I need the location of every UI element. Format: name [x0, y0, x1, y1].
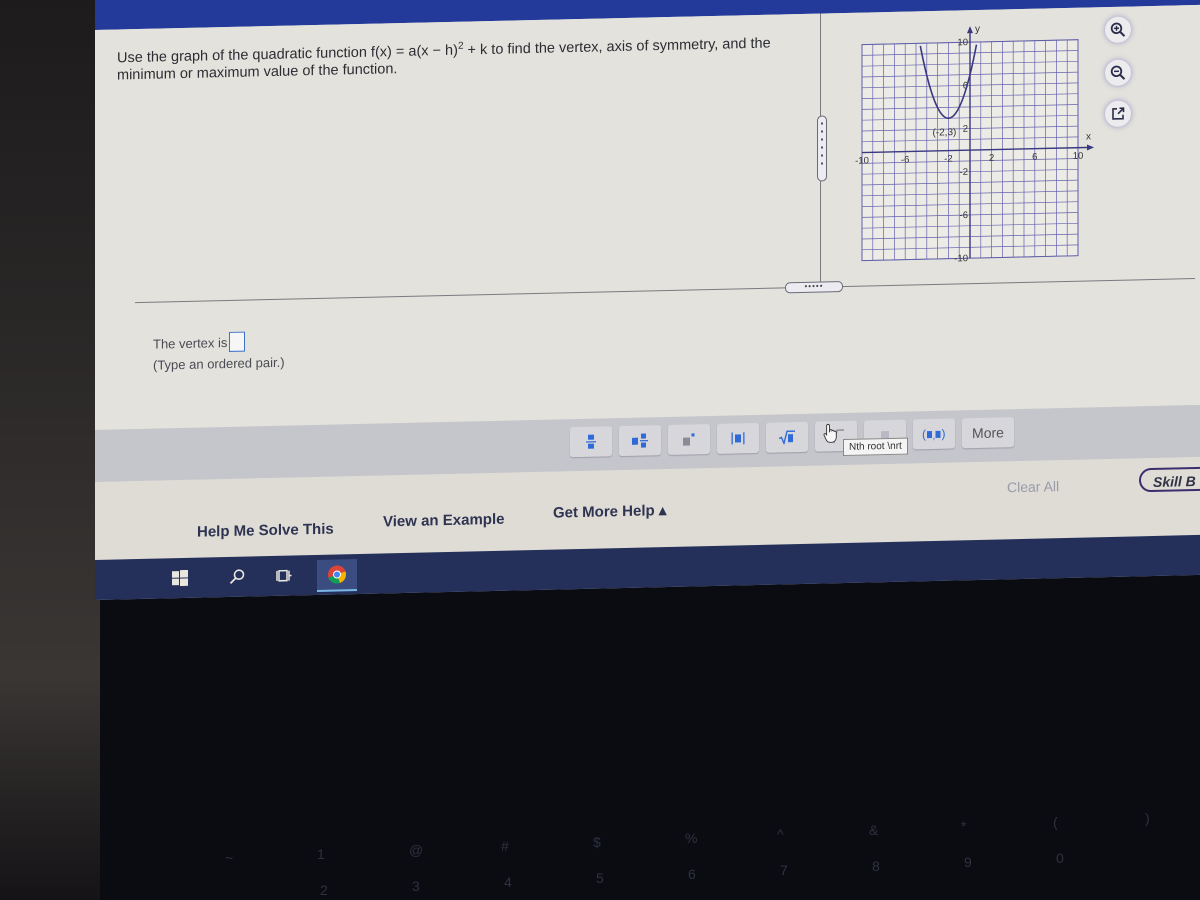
keyboard-key-number: 0 — [1056, 850, 1064, 866]
x-tick-label: 10 — [1073, 151, 1084, 162]
y-axis-label: y — [975, 24, 980, 35]
windows-logo-icon — [172, 569, 188, 587]
x-tick-label: -6 — [901, 155, 909, 166]
x-axis-arrow — [1087, 144, 1094, 151]
x-tick-label: -10 — [855, 155, 869, 166]
more-button[interactable]: More — [962, 417, 1014, 449]
external-link-icon — [1112, 107, 1125, 120]
svg-text:(: ( — [922, 427, 926, 441]
question-panel: Use the graph of the quadratic function … — [95, 4, 1200, 431]
keyboard-key-number: 2 — [320, 882, 328, 898]
square-root-button[interactable] — [766, 421, 808, 453]
keyboard-key-symbol: & — [869, 822, 879, 838]
fraction-button[interactable] — [570, 426, 612, 458]
mixed-number-button[interactable] — [619, 425, 661, 457]
keyboard-key-symbol: @ — [409, 842, 424, 858]
y-tick-label: 2 — [963, 124, 968, 135]
popout-button[interactable] — [1105, 100, 1131, 128]
keyboard-key-number: 9 — [964, 854, 972, 870]
y-axis-arrow — [967, 26, 973, 34]
horizontal-resize-handle[interactable]: ••••• — [785, 281, 843, 294]
ordered-pair-button[interactable]: (,) — [913, 418, 955, 450]
skill-builder-button[interactable]: Skill B — [1139, 466, 1200, 493]
vertical-resize-handle[interactable] — [817, 115, 827, 182]
square-root-icon — [779, 430, 795, 445]
x-tick-label: 6 — [1032, 152, 1037, 163]
vertex-label: The vertex is — [153, 334, 228, 352]
search-icon — [229, 569, 245, 585]
keyboard-key-number: 8 — [872, 858, 880, 874]
keyboard-key-number: 3 — [412, 878, 420, 894]
svg-text:,: , — [933, 431, 936, 441]
keyboard-key-symbol: * — [961, 818, 967, 834]
chrome-icon — [328, 565, 346, 584]
fraction-icon — [586, 434, 596, 449]
absolute-value-icon — [731, 432, 745, 445]
vertex-annotation: (-2,3) — [932, 127, 956, 139]
keyboard-key-symbol: % — [685, 830, 698, 846]
answer-area: The vertex is (Type an ordered pair.) — [153, 331, 285, 373]
answer-hint: (Type an ordered pair.) — [153, 354, 285, 373]
zoom-in-icon — [1110, 22, 1126, 37]
zoom-in-button[interactable] — [1105, 16, 1131, 44]
x-tick-label: -2 — [944, 154, 952, 165]
task-view-icon — [276, 569, 292, 582]
keyboard-key-symbol: ) — [1145, 810, 1150, 826]
x-axis-label: x — [1086, 131, 1091, 142]
x-tick-label: 2 — [989, 153, 994, 164]
y-tick-label: 10 — [957, 37, 968, 48]
y-tick-label: -2 — [960, 167, 968, 178]
keyboard-key-symbol: # — [501, 838, 509, 854]
chrome-taskbar-button[interactable] — [317, 559, 357, 592]
horizontal-divider — [135, 278, 1195, 304]
search-button[interactable] — [220, 561, 254, 592]
vertex-answer-input[interactable] — [229, 331, 246, 352]
keyboard-key-symbol: ( — [1053, 814, 1058, 830]
browser-screen: Use the graph of the quadratic function … — [95, 0, 1200, 600]
y-tick-label: -6 — [960, 210, 968, 221]
task-view-button[interactable] — [267, 560, 301, 591]
exponent-button[interactable] — [668, 424, 710, 455]
svg-text:): ) — [942, 427, 946, 441]
ordered-pair-icon: (,) — [922, 427, 946, 442]
view-example-link[interactable]: View an Example — [383, 511, 504, 531]
mixed-number-icon — [632, 433, 648, 448]
keyboard-key-number: 6 — [688, 866, 696, 882]
laptop-bezel — [0, 0, 100, 900]
exponent-icon — [683, 433, 695, 446]
zoom-out-icon — [1110, 65, 1126, 80]
nth-root-tooltip: Nth root \nrt — [843, 437, 908, 457]
keyboard-key-symbol: 1 — [317, 846, 325, 862]
clear-all-button[interactable]: Clear All — [1007, 478, 1059, 495]
start-button[interactable] — [163, 563, 197, 594]
laptop-keyboard: ~1 @ # $% ^ & * () 2 3 4 5 6 7 8 9 0 — [200, 770, 1200, 900]
keyboard-key-symbol: ^ — [777, 826, 784, 842]
help-me-solve-link[interactable]: Help Me Solve This — [197, 521, 334, 541]
quadratic-graph: xy-10 -6 -2 2 6 101062-2-6-10(-2,3) — [855, 24, 1094, 265]
keyboard-key-symbol: ~ — [225, 850, 234, 866]
hand-cursor-icon — [823, 423, 837, 443]
get-more-help-link[interactable]: Get More Help ▴ — [553, 501, 666, 522]
keyboard-key-number: 4 — [504, 874, 512, 890]
zoom-out-button[interactable] — [1105, 59, 1131, 87]
keyboard-key-number: 7 — [780, 862, 788, 878]
keyboard-key-symbol: $ — [593, 834, 601, 850]
keyboard-key-number: 5 — [596, 870, 604, 886]
question-text: Use the graph of the quadratic function … — [117, 30, 817, 85]
y-tick-label: -10 — [954, 253, 968, 264]
absolute-value-button[interactable] — [717, 422, 759, 454]
